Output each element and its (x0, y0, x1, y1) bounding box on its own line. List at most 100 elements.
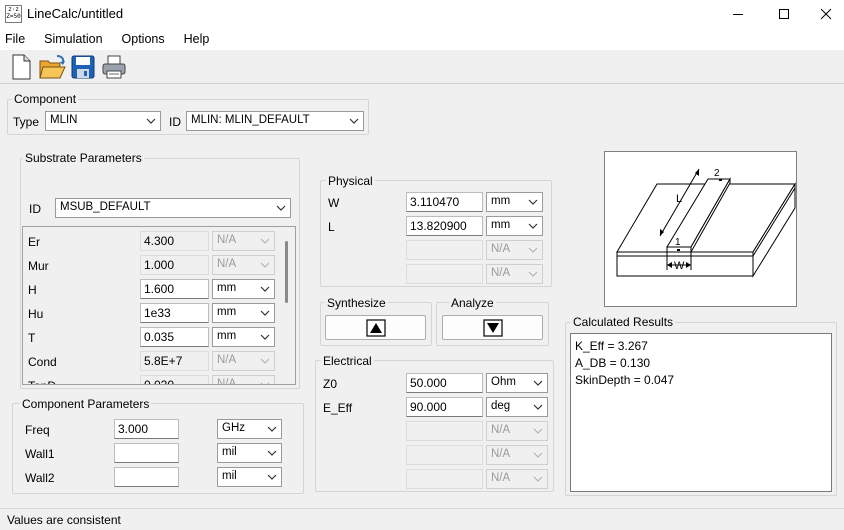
substrate-value-input: 0.020 (140, 375, 209, 384)
substrate-group-label: Substrate Parameters (23, 151, 144, 165)
electrical-unit-select: N/A (486, 445, 548, 465)
open-button[interactable] (38, 53, 68, 81)
chevron-down-icon (267, 450, 277, 456)
print-button[interactable] (100, 53, 130, 81)
save-button[interactable] (69, 53, 99, 81)
component_params-label: Wall1 (25, 447, 55, 461)
close-icon (820, 8, 831, 20)
scrollbar-thumb[interactable] (285, 241, 288, 303)
electrical-group-label: Electrical (321, 354, 374, 368)
substrate-unit-select: N/A (212, 255, 275, 275)
chevron-down-icon (533, 476, 543, 482)
electrical-label: Z0 (323, 377, 338, 391)
substrate-value-input: 5.8E+7 (140, 351, 209, 371)
synthesize-button[interactable] (325, 315, 426, 340)
title-bar: z·z Z=50 LineCalc/untitled (0, 0, 844, 28)
substrate-unit-select: N/A (212, 351, 275, 371)
electrical-value-input (406, 445, 483, 465)
new-file-icon (12, 54, 31, 80)
maximize-icon (779, 9, 789, 19)
result-a-db: A_DB = 0.130 (575, 356, 651, 370)
component_params-label: Freq (25, 423, 50, 437)
results-textbox[interactable]: K_Eff = 3.267 A_DB = 0.130 SkinDepth = 0… (570, 333, 832, 492)
substrate-id-label: ID (29, 202, 41, 216)
microstrip-line-diagram: L W 1 2 (616, 168, 796, 278)
chevron-down-icon (260, 286, 270, 292)
substrate-value-input[interactable]: 1.600 (140, 279, 209, 299)
diagram-label-w: W (674, 260, 685, 272)
new-button[interactable] (7, 53, 37, 81)
substrate-label: Hu (28, 307, 44, 321)
type-label: Type (13, 115, 40, 129)
physical-value-input[interactable]: 13.820900 (406, 216, 483, 236)
physical-unit-select[interactable]: mm (486, 192, 543, 212)
electrical-value-input (406, 469, 483, 489)
substrate-value-input[interactable]: 0.035 (140, 327, 209, 347)
substrate-unit-select[interactable]: mm (212, 303, 275, 323)
physical-value-input[interactable]: 3.110470 (406, 192, 483, 212)
physical-unit-select[interactable]: mm (486, 216, 543, 236)
chevron-down-icon (146, 118, 156, 124)
synthesize-label: Synthesize (325, 296, 388, 310)
substrate-label: Mur (28, 259, 49, 273)
physical-unit-select: N/A (486, 264, 543, 284)
electrical-unit-select: N/A (486, 469, 548, 489)
maximize-button[interactable] (761, 0, 807, 28)
substrate-unit-select[interactable]: mm (212, 327, 275, 347)
menu-simulation[interactable]: Simulation (39, 28, 110, 50)
electrical-value-input[interactable]: 50.000 (406, 373, 483, 393)
component_params-unit-select[interactable]: mil (217, 443, 282, 463)
physical-label: W (328, 196, 340, 210)
diagram-port-2: 2 (714, 168, 720, 179)
app-icon[interactable]: z·z Z=50 (5, 5, 22, 23)
toolbar (0, 50, 844, 84)
substrate-unit-select: N/A (212, 375, 275, 384)
component_params-value-input[interactable]: 3.000 (114, 419, 179, 439)
component_params-unit-select[interactable]: mil (217, 467, 282, 487)
menu-file[interactable]: File (0, 28, 33, 50)
substrate-value-input[interactable]: 1e33 (140, 303, 209, 323)
minimize-icon (733, 14, 743, 15)
substrate-id-select[interactable]: MSUB_DEFAULT (55, 198, 291, 218)
component_params-unit-select[interactable]: GHz (217, 419, 282, 439)
electrical-unit-select[interactable]: Ohm (486, 373, 548, 393)
substrate-unit-select: N/A (212, 231, 275, 251)
substrate-unit-select[interactable]: mm (212, 279, 275, 299)
electrical-unit-select: N/A (486, 421, 548, 441)
chevron-down-icon (528, 271, 538, 277)
physical-unit-select: N/A (486, 240, 543, 260)
status-text: Values are consistent (7, 513, 121, 527)
arrow-up-icon (366, 319, 386, 337)
physical-value-input (406, 240, 483, 260)
substrate-value-input: 4.300 (140, 231, 209, 251)
electrical-label: E_Eff (323, 401, 353, 415)
physical-value-input (406, 264, 483, 284)
diagram-label-l: L (676, 193, 682, 205)
close-button[interactable] (807, 0, 844, 28)
minimize-button[interactable] (715, 0, 761, 28)
analyze-button[interactable] (442, 315, 543, 340)
chevron-down-icon (260, 382, 270, 384)
component-id-select[interactable]: MLIN: MLIN_DEFAULT (186, 111, 364, 131)
chevron-down-icon (260, 358, 270, 364)
component_params-label: Wall2 (25, 471, 55, 485)
component_params-value-input[interactable] (114, 443, 179, 463)
status-bar: Values are consistent (0, 508, 844, 530)
chevron-down-icon (267, 474, 277, 480)
substrate-label: TanD (28, 379, 56, 384)
substrate-value-input: 1.000 (140, 255, 209, 275)
menu-options[interactable]: Options (117, 28, 173, 50)
chevron-down-icon (533, 428, 543, 434)
electrical-value-input[interactable]: 90.000 (406, 397, 483, 417)
chevron-down-icon (533, 404, 543, 410)
electrical-unit-select[interactable]: deg (486, 397, 548, 417)
menu-help[interactable]: Help (179, 28, 218, 50)
chevron-down-icon (260, 310, 270, 316)
diagram-port-1: 1 (675, 237, 681, 248)
chevron-down-icon (528, 247, 538, 253)
type-select[interactable]: MLIN (45, 111, 161, 131)
results-lines: K_Eff = 3.267 A_DB = 0.130 SkinDepth = 0… (571, 334, 831, 389)
print-icon (102, 55, 126, 79)
substrate-params-list[interactable]: Er 4.300 N/A Mur 1.000 N/A H 1.600 mm Hu 1e33 mm T 0.… (22, 226, 296, 385)
component_params-value-input[interactable] (114, 467, 179, 487)
